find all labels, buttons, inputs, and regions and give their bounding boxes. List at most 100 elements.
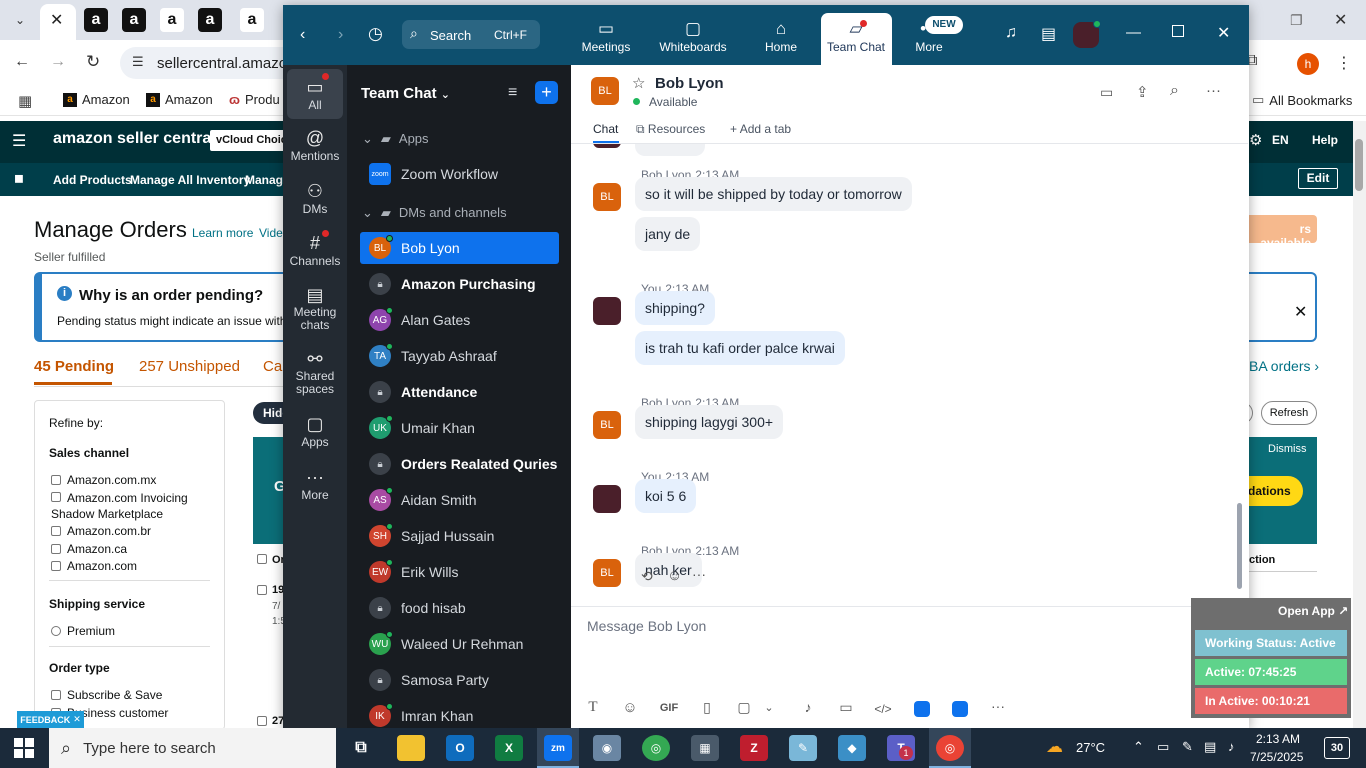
clock-date[interactable]: 7/25/2025 — [1250, 750, 1303, 764]
bookmark-produ[interactable]: ɷ Produ — [229, 92, 280, 107]
contact-name[interactable]: Bob Lyon — [655, 75, 724, 92]
windows-start-icon[interactable] — [14, 738, 34, 758]
docs-icon[interactable] — [914, 701, 930, 717]
maximize-icon[interactable] — [1172, 25, 1184, 37]
bell-icon[interactable]: ♫ — [1005, 24, 1017, 42]
app-cube-icon[interactable]: ◆ — [838, 735, 866, 761]
row-checkbox[interactable] — [257, 716, 267, 726]
search-icon[interactable]: ⌕ — [1170, 82, 1179, 100]
weather-icon[interactable]: ☁ — [1046, 737, 1063, 757]
notification-icon[interactable]: 30 — [1324, 737, 1350, 759]
channel-checkbox[interactable]: Amazon.com — [51, 559, 137, 573]
paint-app-icon[interactable]: ◉ — [593, 735, 621, 761]
rail-shared-spaces[interactable]: ⚯ Shared spaces — [287, 348, 343, 396]
rail-dms[interactable]: ⚇ DMs — [287, 180, 343, 216]
bookmark-nav-icon[interactable]: ◼ — [14, 171, 24, 185]
screenshot-icon[interactable]: ▢ — [733, 699, 755, 716]
chat-list-item[interactable]: 🔒︎ food hisab — [360, 592, 559, 624]
edit-nav-button[interactable]: Edit — [1298, 168, 1338, 189]
vcloud-select[interactable]: vCloud Choice — [210, 130, 290, 151]
feedback-tab[interactable]: FEEDBACK ✕ — [17, 711, 84, 728]
back-icon[interactable]: ‹ — [300, 26, 305, 44]
message-bubble[interactable]: koi 5 6 — [635, 479, 697, 513]
forward-icon[interactable]: › — [338, 26, 343, 44]
zoom-app-icon[interactable]: zm — [544, 735, 572, 761]
channel-checkbox[interactable]: Amazon.com Invoicing Shadow Marketplace — [51, 490, 201, 522]
chevron-up-icon[interactable]: ⌃ — [1133, 739, 1144, 755]
profile-avatar[interactable]: h — [1297, 53, 1319, 75]
message-input[interactable]: Message Bob Lyon — [587, 618, 706, 634]
close-icon[interactable]: ✕ — [1217, 23, 1230, 43]
bookmark-amazon[interactable]: a Amazon — [146, 92, 213, 107]
chat-list-item[interactable]: AS Aidan Smith — [360, 484, 559, 516]
network-icon[interactable]: ▭ — [1157, 739, 1169, 755]
available-badge[interactable]: rs available — [1248, 215, 1317, 250]
close-window-icon[interactable]: ✕ — [1334, 10, 1347, 30]
all-bookmarks[interactable]: ▭ All Bookmarks — [1252, 92, 1352, 108]
message-more-icon[interactable]: ··· — [692, 566, 706, 582]
composer-more-icon[interactable]: ··· — [987, 698, 1009, 714]
recommendations-button[interactable]: dations — [1248, 476, 1303, 506]
channel-checkbox[interactable]: Amazon.ca — [51, 542, 127, 556]
reply-icon[interactable]: ⟲ — [641, 568, 653, 585]
home-button[interactable]: ⌂ Home — [741, 18, 821, 54]
channel-checkbox[interactable]: Amazon.com.br — [51, 524, 151, 538]
sender-avatar[interactable]: BL — [593, 559, 621, 587]
tab-search-button[interactable]: ⌄ — [8, 8, 32, 32]
message-bubble[interactable]: shipping? — [635, 291, 715, 325]
chat-list-item[interactable]: 🔒︎ Amazon Purchasing — [360, 268, 559, 300]
chat-list-item[interactable]: SH Sajjad Hussain — [360, 520, 559, 552]
amazon-tab-icon[interactable]: a — [160, 8, 184, 32]
message-bubble[interactable]: so it will be shipped by today or tomorr… — [635, 177, 912, 211]
rail-more[interactable]: ··· More — [287, 466, 343, 502]
list-item-zoom-workflow[interactable]: zoom Zoom Workflow — [360, 158, 559, 190]
excel-icon[interactable]: X — [495, 735, 523, 761]
message-bubble[interactable]: is trah tu kafi order palce krwai — [635, 331, 845, 365]
open-app-button[interactable]: Open App ↗ — [1278, 604, 1348, 618]
compose-button[interactable]: + — [535, 81, 558, 104]
refresh-button[interactable]: Refresh — [1261, 401, 1317, 425]
hamburger-icon[interactable]: ☰ — [12, 131, 26, 151]
close-tab-icon[interactable]: ✕ — [50, 10, 63, 30]
settings-icon[interactable]: ⚙ — [1249, 131, 1262, 149]
reload-icon[interactable]: ↻ — [86, 52, 100, 72]
close-icon[interactable]: ✕ — [73, 714, 81, 725]
contact-avatar[interactable]: BL — [591, 77, 619, 105]
file-explorer-icon[interactable] — [397, 735, 425, 761]
clips-icon[interactable] — [952, 701, 968, 717]
gif-icon[interactable]: GIF — [656, 702, 682, 714]
select-all-checkbox[interactable] — [257, 554, 267, 564]
tab-add[interactable]: + Add a tab — [730, 122, 791, 136]
star-icon[interactable]: ☆ — [632, 74, 645, 92]
format-text-icon[interactable]: T — [582, 699, 604, 716]
filter-icon[interactable]: ≡ — [508, 84, 517, 102]
sender-avatar[interactable]: BL — [593, 183, 621, 211]
chrome-icon[interactable]: ◎ — [936, 735, 964, 761]
emoji-react-icon[interactable]: ☺ — [667, 567, 682, 584]
rail-meeting-chats[interactable]: ▤ Meeting chats — [287, 284, 343, 332]
restore-window-icon[interactable]: ❐ — [1290, 12, 1303, 29]
volume-icon[interactable]: ♪ — [1228, 739, 1235, 754]
chat-list-item[interactable]: BL Bob Lyon — [360, 232, 559, 264]
chat-list-item[interactable]: 🔒︎ Samosa Party — [360, 664, 559, 696]
more-options-icon[interactable]: ··· — [1206, 82, 1221, 99]
panel-title[interactable]: Team Chat ⌄ — [361, 85, 450, 102]
my-avatar[interactable] — [593, 297, 621, 325]
pen-icon[interactable]: ✎ — [1182, 739, 1193, 755]
nav-add-products[interactable]: Add Products — [53, 173, 132, 187]
chrome-icon[interactable]: ◎ — [642, 735, 670, 761]
tab-pending[interactable]: 45 Pending — [34, 358, 114, 375]
amazon-tab-icon[interactable]: a — [198, 8, 222, 32]
message-bubble[interactable]: shipping lagygi 300+ — [635, 405, 784, 439]
tab-unshipped[interactable]: 257 Unshipped — [139, 358, 240, 375]
outlook-icon[interactable]: O — [446, 735, 474, 761]
rail-channels[interactable]: # Channels — [287, 232, 343, 268]
nav-manage-inventory[interactable]: Manage All Inventory — [130, 173, 250, 187]
sender-avatar[interactable]: BL — [593, 411, 621, 439]
chrome-menu-icon[interactable]: ⋮ — [1336, 53, 1352, 73]
back-icon[interactable]: ← — [14, 53, 30, 71]
share-screen-icon[interactable]: ⇪ — [1136, 83, 1149, 101]
hide-button[interactable]: Hide — [253, 402, 289, 424]
meetings-button[interactable]: ▭ Meetings — [566, 18, 646, 54]
video-message-icon[interactable]: ▭ — [835, 699, 857, 716]
